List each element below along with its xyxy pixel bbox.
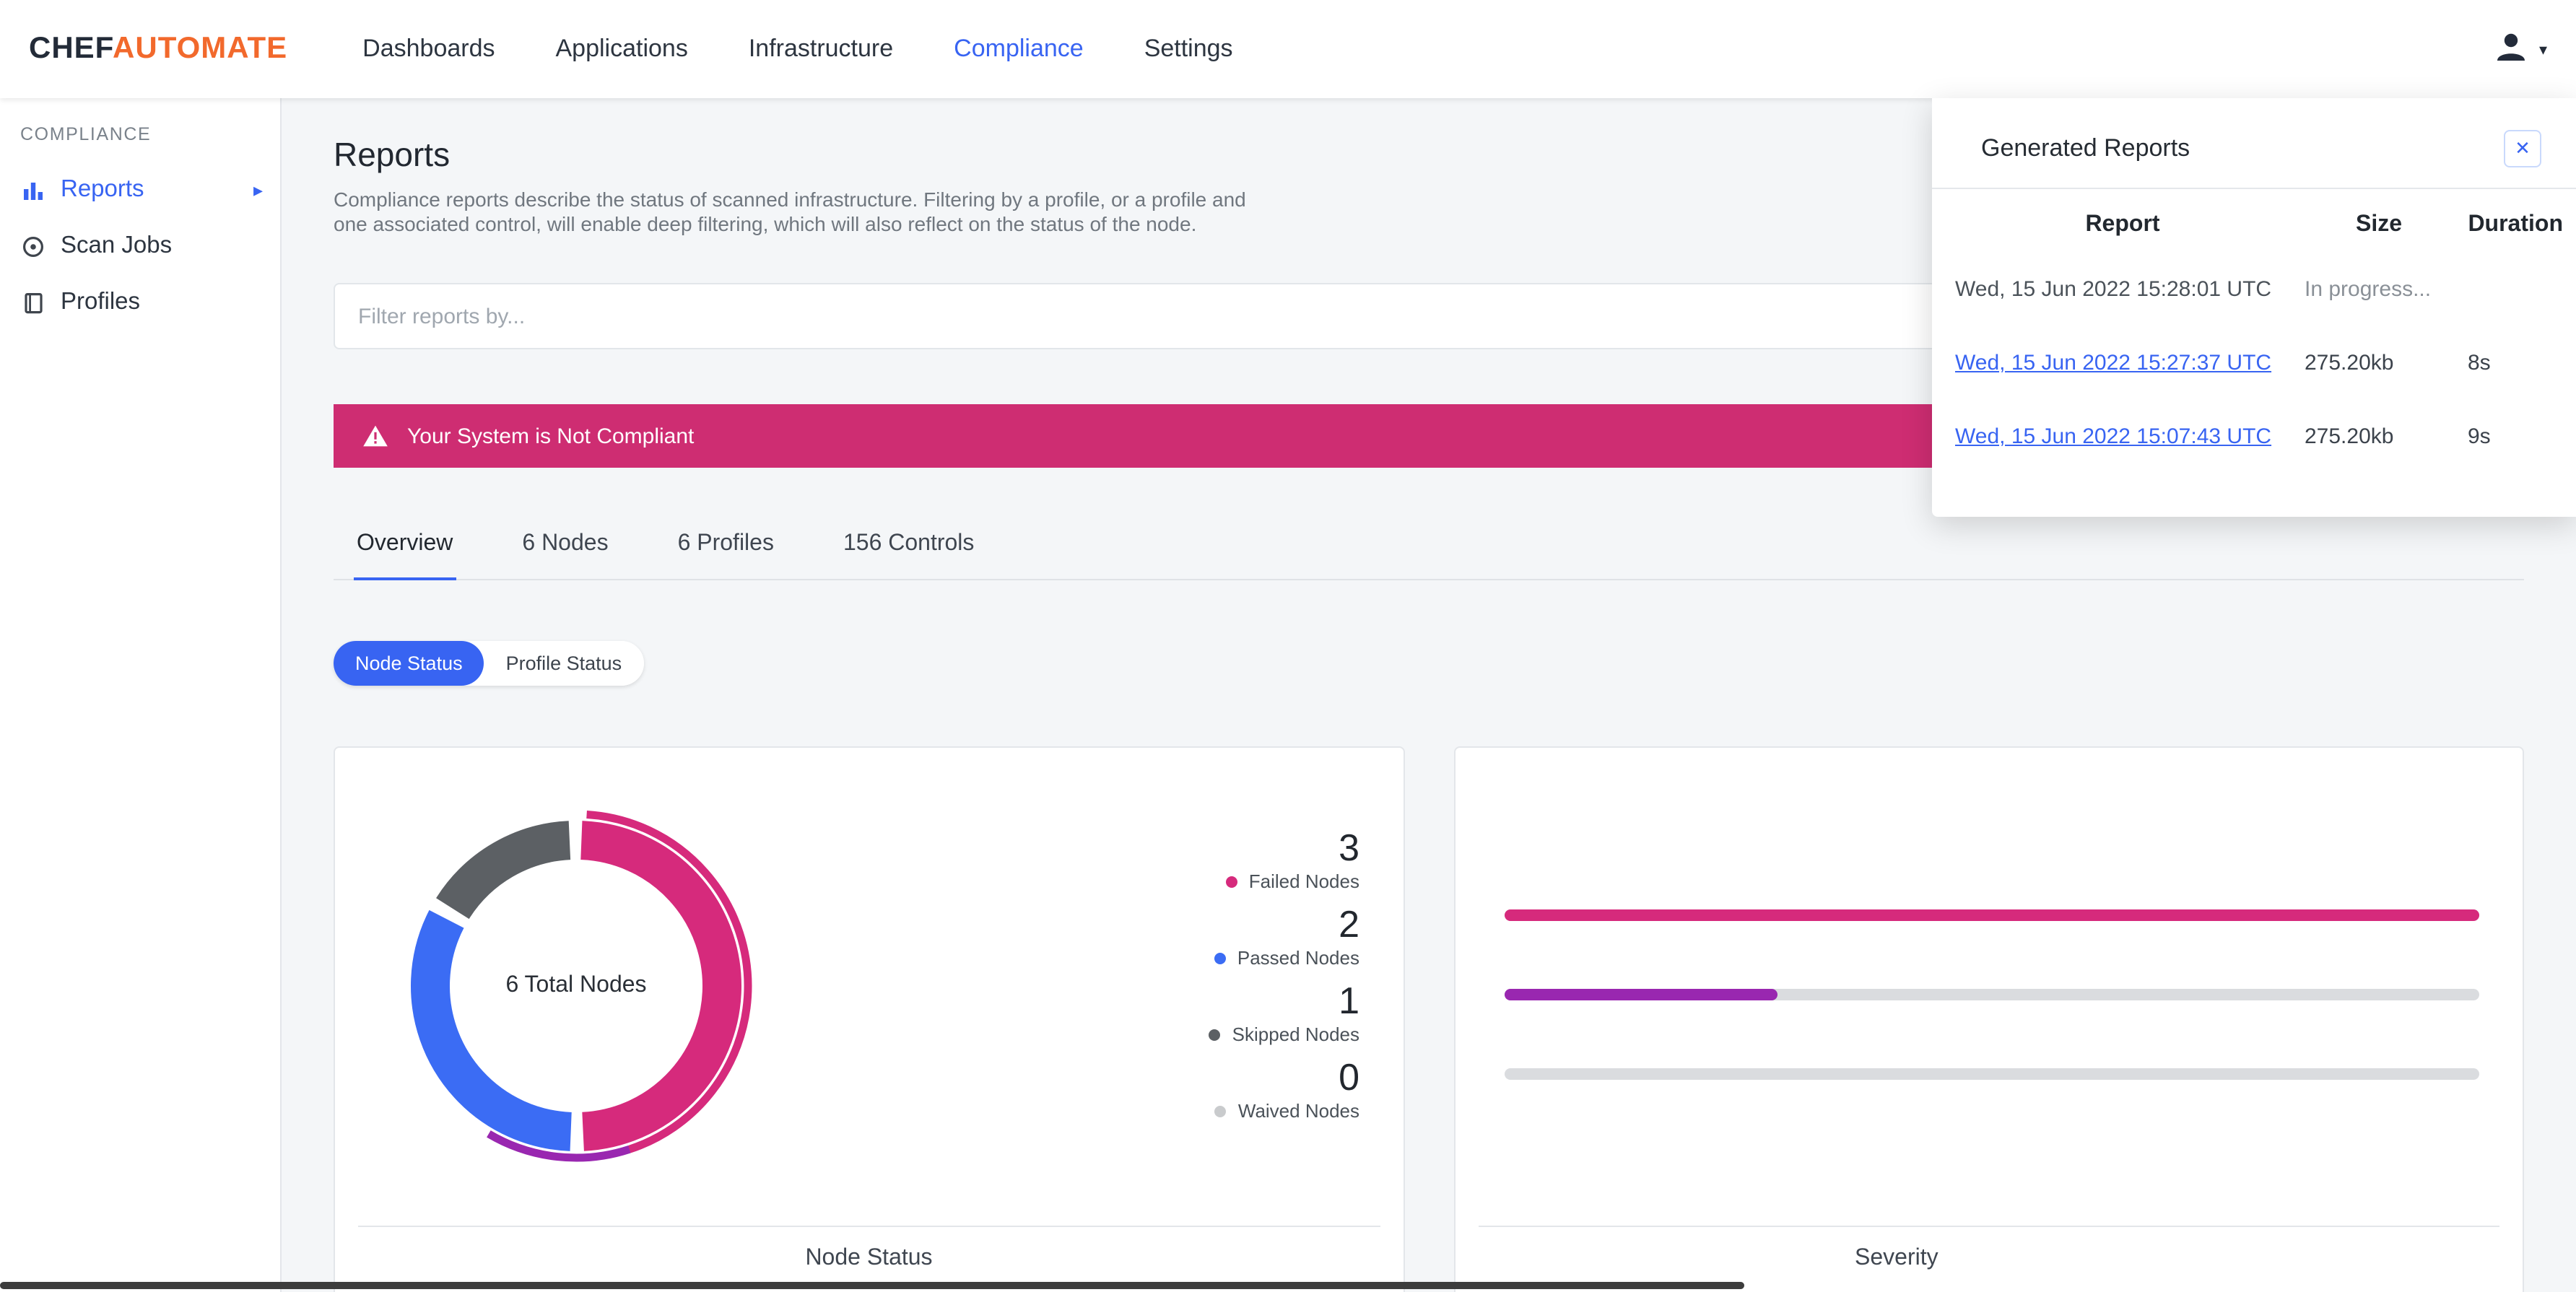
book-icon (20, 289, 46, 315)
nav-item-dashboards[interactable]: Dashboards (362, 35, 495, 64)
failed-dot-icon (1225, 876, 1237, 887)
profile-status-toggle[interactable]: Profile Status (484, 641, 644, 686)
sidebar-item-reports[interactable]: Reports ▸ (0, 162, 280, 218)
sidebar-item-label: Reports (61, 176, 144, 202)
card-divider (358, 1226, 1380, 1227)
severity-bar (1504, 909, 2479, 921)
node-status-card: 6 Total Nodes 3 Failed Nodes 2 Passed No… (334, 746, 1404, 1292)
logo-automate-text: AUTOMATE (113, 32, 288, 65)
warning-icon (362, 424, 388, 448)
table-row: Wed, 15 Jun 2022 15:28:01 UTC In progres… (1932, 253, 2576, 326)
top-nav: CHEFAUTOMATE Dashboards Applications Inf… (0, 0, 2576, 98)
skipped-dot-icon (1209, 1029, 1221, 1040)
report-timestamp: Wed, 15 Jun 2022 15:28:01 UTC (1955, 277, 2272, 302)
report-size: In progress... (2305, 277, 2432, 302)
legend-label: Skipped Nodes (1232, 1023, 1359, 1045)
sidebar-item-label: Scan Jobs (61, 232, 173, 258)
severity-card: Severity (1453, 746, 2524, 1292)
sidebar-section-label: COMPLIANCE (20, 124, 152, 144)
legend-label: Passed Nodes (1237, 947, 1359, 969)
legend-label: Waived Nodes (1237, 1100, 1359, 1122)
severity-bar (1504, 989, 2479, 1000)
report-size: 275.20kb (2305, 424, 2394, 449)
column-header-duration: Duration (2468, 212, 2563, 237)
card-divider (1478, 1226, 2499, 1227)
overview-cards: 6 Total Nodes 3 Failed Nodes 2 Passed No… (334, 746, 2524, 1292)
logo-chef-text: CHEF (29, 32, 113, 65)
legend-item-waived: 0 Waived Nodes (1214, 1055, 1359, 1122)
panel-title: Generated Reports (1981, 134, 2190, 162)
nav-item-applications[interactable]: Applications (556, 35, 688, 64)
legend-item-skipped: 1 Skipped Nodes (1209, 979, 1359, 1045)
panel-header: Generated Reports ✕ (1932, 98, 2576, 167)
chevron-down-icon: ▾ (2538, 41, 2547, 58)
node-status-donut-chart: 6 Total Nodes (370, 780, 783, 1192)
tab-nodes[interactable]: 6 Nodes (519, 517, 611, 579)
column-header-size: Size (2355, 212, 2402, 237)
passed-count: 2 (1339, 902, 1359, 946)
sidebar-item-label: Profiles (61, 289, 141, 315)
reports-table-header: Report Size Duration (1932, 189, 2576, 253)
chef-automate-logo[interactable]: CHEFAUTOMATE (29, 32, 287, 66)
generated-reports-panel: Generated Reports ✕ Report Size Duration… (1932, 98, 2576, 517)
report-download-link[interactable]: Wed, 15 Jun 2022 15:07:43 UTC (1955, 424, 2271, 449)
status-toggle-group: Node Status Profile Status (334, 641, 644, 686)
legend-label: Failed Nodes (1248, 870, 1359, 892)
table-row: Wed, 15 Jun 2022 15:07:43 UTC 275.20kb 9… (1932, 400, 2576, 473)
waived-dot-icon (1214, 1105, 1227, 1117)
tab-overview[interactable]: Overview (354, 517, 456, 580)
node-status-toggle[interactable]: Node Status (334, 641, 484, 686)
column-header-report: Report (2085, 212, 2160, 237)
nav-item-compliance[interactable]: Compliance (954, 35, 1084, 64)
table-row: Wed, 15 Jun 2022 15:27:37 UTC 275.20kb 8… (1932, 326, 2576, 400)
alert-text: Your System is Not Compliant (407, 424, 695, 448)
bar-chart-icon (20, 177, 46, 203)
legend-item-failed: 3 Failed Nodes (1225, 826, 1359, 892)
report-download-link[interactable]: Wed, 15 Jun 2022 15:27:37 UTC (1955, 351, 2271, 375)
skipped-count: 1 (1339, 979, 1359, 1022)
severity-caption: Severity (1855, 1246, 1938, 1270)
severity-bar-chart (1504, 909, 2479, 1148)
node-status-legend: 3 Failed Nodes 2 Passed Nodes 1 Skipped … (1209, 826, 1359, 1122)
primary-nav: Dashboards Applications Infrastructure C… (362, 35, 1232, 64)
scan-target-icon (20, 233, 46, 259)
compliance-sidebar: COMPLIANCE Reports ▸ Scan Jobs Profiles (0, 98, 282, 1292)
nav-item-settings[interactable]: Settings (1144, 35, 1233, 64)
close-icon[interactable]: ✕ (2504, 130, 2541, 167)
user-avatar-icon (2492, 25, 2532, 73)
report-duration: 9s (2468, 424, 2491, 449)
tab-controls[interactable]: 156 Controls (840, 517, 977, 579)
donut-center-label: 6 Total Nodes (505, 973, 647, 998)
horizontal-scrollbar-thumb[interactable] (0, 1282, 1744, 1289)
failed-count: 3 (1339, 826, 1359, 869)
node-status-caption: Node Status (805, 1246, 933, 1270)
waived-count: 0 (1339, 1055, 1359, 1099)
report-tabs: Overview 6 Nodes 6 Profiles 156 Controls (334, 517, 2524, 580)
sidebar-item-profiles[interactable]: Profiles (0, 274, 280, 331)
tab-profiles[interactable]: 6 Profiles (675, 517, 777, 579)
report-size: 275.20kb (2305, 351, 2394, 375)
passed-dot-icon (1214, 952, 1226, 964)
user-menu[interactable]: ▾ (2492, 25, 2547, 73)
report-duration: 8s (2468, 351, 2491, 375)
caret-right-icon: ▸ (253, 178, 263, 200)
nav-item-infrastructure[interactable]: Infrastructure (749, 35, 893, 64)
legend-item-passed: 2 Passed Nodes (1214, 902, 1359, 969)
sidebar-item-scan-jobs[interactable]: Scan Jobs (0, 218, 280, 274)
severity-bar (1504, 1068, 2479, 1080)
